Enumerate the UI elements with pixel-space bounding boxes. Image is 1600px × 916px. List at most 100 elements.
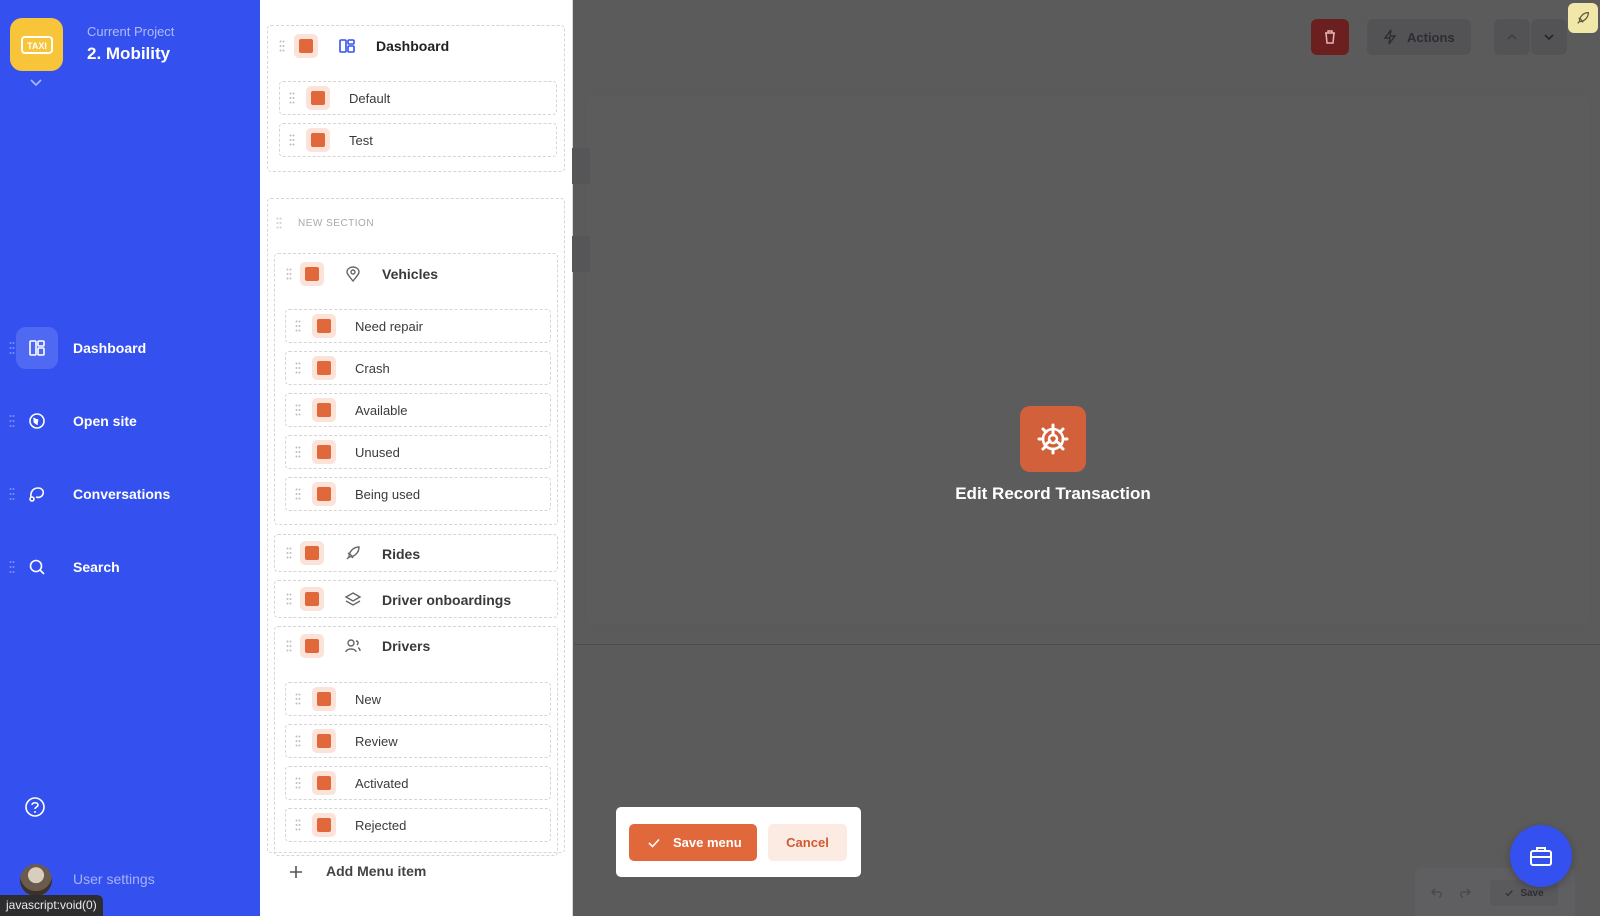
drag-handle-icon[interactable] <box>9 487 15 501</box>
menu-subitem-crash[interactable]: Crash <box>285 351 551 385</box>
color-swatch[interactable] <box>312 813 336 837</box>
actions-button[interactable]: Actions <box>1367 19 1471 55</box>
section-title[interactable]: NEW SECTION <box>298 218 374 229</box>
project-name[interactable]: 2. Mobility <box>87 44 170 64</box>
color-swatch[interactable] <box>312 440 336 464</box>
menu-subitem-activated[interactable]: Activated <box>285 766 551 800</box>
record-save-label: Save <box>1520 887 1544 899</box>
menu-subitem-unused[interactable]: Unused <box>285 435 551 469</box>
drag-handle-icon[interactable] <box>295 320 301 332</box>
drag-handle-icon[interactable] <box>295 404 301 416</box>
color-swatch[interactable] <box>300 634 324 658</box>
sidebar-item-label: Dashboard <box>73 340 147 356</box>
collapsed-panel-handle[interactable] <box>572 236 590 272</box>
toolbox-fab-button[interactable] <box>1510 825 1572 887</box>
drag-handle-icon[interactable] <box>9 341 15 355</box>
color-swatch[interactable] <box>312 398 336 422</box>
sidebar-item-open-site[interactable]: Open site <box>0 399 260 443</box>
drag-handle-icon[interactable] <box>9 414 15 428</box>
drag-handle-icon[interactable] <box>289 92 295 104</box>
color-swatch[interactable] <box>312 482 336 506</box>
edit-record-title: Edit Record Transaction <box>955 484 1151 503</box>
menu-item-rides[interactable]: Rides <box>274 534 558 572</box>
menu-item-label: Drivers <box>382 638 431 654</box>
redo-icon[interactable] <box>1458 886 1472 900</box>
drag-handle-icon[interactable] <box>286 640 292 652</box>
menu-subitem-default[interactable]: Default <box>279 81 557 115</box>
color-swatch[interactable] <box>300 541 324 565</box>
chat-icon <box>16 473 58 515</box>
menu-subitem-new[interactable]: New <box>285 682 551 716</box>
drag-handle-icon[interactable] <box>295 777 301 789</box>
drag-handle-icon[interactable] <box>295 693 301 705</box>
drag-handle-icon[interactable] <box>295 488 301 500</box>
drag-handle-icon[interactable] <box>286 593 292 605</box>
color-swatch[interactable] <box>306 128 330 152</box>
users-icon <box>345 639 361 653</box>
color-swatch[interactable] <box>312 687 336 711</box>
menu-subitem-label: Test <box>349 133 373 148</box>
menu-subitem-test[interactable]: Test <box>279 123 557 157</box>
drag-handle-icon[interactable] <box>295 362 301 374</box>
menu-subitem-being-used[interactable]: Being used <box>285 477 551 511</box>
color-swatch[interactable] <box>312 314 336 338</box>
color-swatch[interactable] <box>312 356 336 380</box>
sidebar-item-conversations[interactable]: Conversations <box>0 472 260 516</box>
previous-record-button[interactable] <box>1494 19 1530 55</box>
delete-button[interactable] <box>1311 19 1349 55</box>
save-menu-button[interactable]: Save menu <box>629 824 757 861</box>
menu-subitem-rejected[interactable]: Rejected <box>285 808 551 842</box>
chevron-down-icon[interactable] <box>28 76 44 88</box>
sidebar-item-label: Open site <box>73 413 137 429</box>
color-swatch[interactable] <box>312 771 336 795</box>
check-icon <box>1505 890 1514 897</box>
drag-handle-icon[interactable] <box>9 560 15 574</box>
drag-handle-icon[interactable] <box>279 40 285 52</box>
settings-tile <box>1020 406 1086 472</box>
menu-item-dashboard[interactable]: Dashboard <box>260 31 572 61</box>
menu-subitem-label: Being used <box>355 487 421 502</box>
drag-handle-icon[interactable] <box>295 735 301 747</box>
sidebar-item-label: Conversations <box>73 486 171 502</box>
color-swatch[interactable] <box>300 262 324 286</box>
location-pin-icon <box>346 266 360 283</box>
dashboard-icon <box>339 39 355 53</box>
avatar[interactable] <box>20 864 52 896</box>
drag-handle-icon[interactable] <box>276 217 282 229</box>
menu-subitem-label: Review <box>355 734 398 749</box>
sidebar-item-search[interactable]: Search <box>0 545 260 589</box>
color-swatch[interactable] <box>294 34 318 58</box>
drag-handle-icon[interactable] <box>286 268 292 280</box>
menu-subitem-need-repair[interactable]: Need repair <box>285 309 551 343</box>
user-settings-link[interactable]: User settings <box>73 871 155 887</box>
rocket-icon <box>346 546 360 560</box>
sidebar-item-dashboard[interactable]: Dashboard <box>0 326 260 370</box>
status-bar-url: javascript:void(0) <box>0 895 103 916</box>
color-swatch[interactable] <box>306 86 330 110</box>
menu-subitem-review[interactable]: Review <box>285 724 551 758</box>
collapsed-panel-handle[interactable] <box>572 148 590 184</box>
menu-item-label: Driver onboardings <box>382 592 512 608</box>
sidebar-item-label: Search <box>73 559 120 575</box>
next-record-button[interactable] <box>1531 19 1567 55</box>
menu-item-vehicles[interactable]: Vehicles <box>274 259 558 289</box>
drag-handle-icon[interactable] <box>289 134 295 146</box>
menu-subitem-label: New <box>355 692 382 707</box>
launch-button[interactable] <box>1568 3 1598 33</box>
menu-item-label: Vehicles <box>382 266 439 282</box>
menu-item-drivers[interactable]: Drivers <box>274 631 558 661</box>
drag-handle-icon[interactable] <box>286 547 292 559</box>
color-swatch[interactable] <box>300 587 324 611</box>
menu-item-driver-onboardings[interactable]: Driver onboardings <box>274 580 558 618</box>
sidebar: TAXI Current Project 2. Mobility Dashboa… <box>0 0 260 916</box>
menu-editor-panel: Dashboard Default Test NEW SECTION Vehic… <box>260 0 573 916</box>
help-icon[interactable] <box>24 796 46 818</box>
menu-subitem-label: Rejected <box>355 818 407 833</box>
cancel-button[interactable]: Cancel <box>768 824 847 861</box>
color-swatch[interactable] <box>312 729 336 753</box>
undo-icon[interactable] <box>1430 886 1444 900</box>
menu-subitem-available[interactable]: Available <box>285 393 551 427</box>
drag-handle-icon[interactable] <box>295 446 301 458</box>
project-logo[interactable]: TAXI <box>10 18 63 71</box>
drag-handle-icon[interactable] <box>295 819 301 831</box>
